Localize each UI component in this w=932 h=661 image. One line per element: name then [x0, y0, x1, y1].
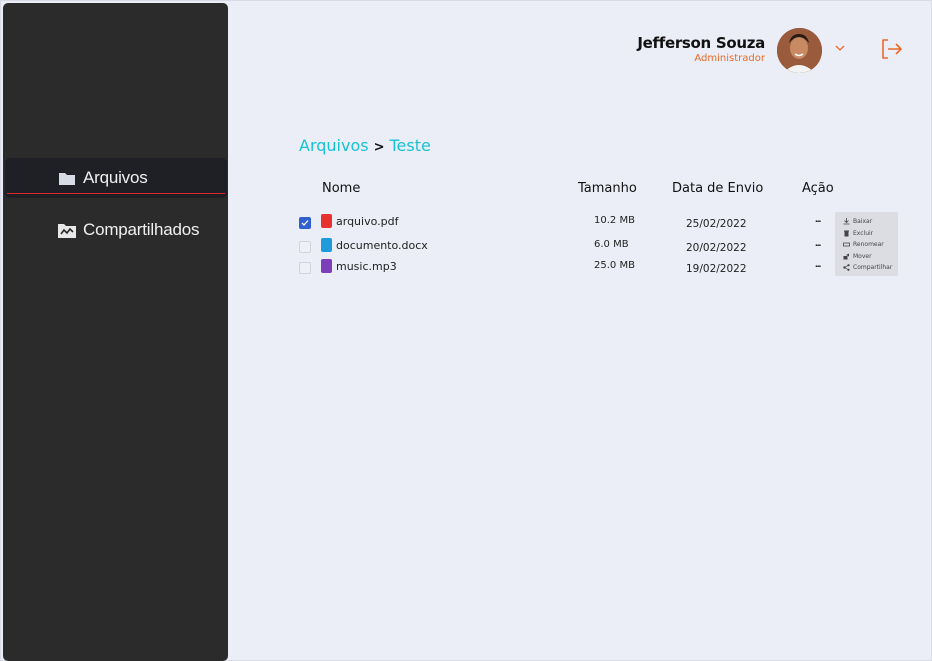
- file-name[interactable]: arquivo.pdf: [336, 215, 398, 228]
- column-header-action: Ação: [802, 181, 834, 196]
- file-size: 6.0 MB: [594, 239, 629, 250]
- file-size: 10.2 MB: [594, 215, 635, 226]
- menu-item-renomear[interactable]: Renomear: [843, 239, 898, 251]
- more-actions-button[interactable]: ...: [815, 259, 821, 270]
- user-role: Administrador: [694, 53, 765, 64]
- sidebar-item-compartilhados[interactable]: Compartilhados: [5, 210, 227, 250]
- file-size: 25.0 MB: [594, 260, 635, 271]
- more-actions-button[interactable]: ...: [815, 238, 821, 249]
- download-icon: [843, 218, 850, 225]
- menu-item-label: Renomear: [853, 241, 884, 249]
- sidebar-item-arquivos[interactable]: Arquivos: [5, 158, 227, 198]
- user-name: Jefferson Souza: [637, 34, 765, 52]
- table-row[interactable]: arquivo.pdf 10.2 MB 25/02/2022 ...: [299, 214, 839, 234]
- menu-item-label: Compartilhar: [853, 264, 893, 272]
- shared-folder-icon: [57, 220, 77, 240]
- file-date: 19/02/2022: [686, 263, 747, 275]
- row-checkbox[interactable]: [299, 241, 311, 253]
- avatar[interactable]: [777, 28, 822, 73]
- rename-icon: [843, 241, 850, 248]
- menu-item-baixar[interactable]: Baixar: [843, 216, 898, 228]
- chevron-down-icon[interactable]: [833, 41, 847, 55]
- breadcrumb: Arquivos > Teste: [299, 136, 431, 155]
- file-date: 20/02/2022: [686, 242, 747, 254]
- mp3-file-icon: [321, 259, 332, 273]
- column-header-size[interactable]: Tamanho: [578, 181, 637, 196]
- sidebar: Arquivos Compartilhados: [3, 3, 228, 661]
- menu-item-label: Excluir: [853, 229, 874, 237]
- menu-item-compartilhar[interactable]: Compartilhar: [843, 262, 898, 274]
- menu-item-excluir[interactable]: Excluir: [843, 228, 898, 240]
- app-window: Arquivos Compartilhados Jefferson Souza …: [0, 0, 932, 661]
- menu-item-label: Mover: [853, 252, 872, 260]
- column-header-date[interactable]: Data de Envio: [672, 181, 763, 196]
- menu-item-label: Baixar: [853, 218, 873, 226]
- action-menu: Baixar Excluir Renomear Mover Compartilh…: [835, 212, 898, 276]
- table-row[interactable]: documento.docx 6.0 MB 20/02/2022 ...: [299, 238, 839, 258]
- table-row[interactable]: music.mp3 25.0 MB 19/02/2022 ...: [299, 259, 839, 279]
- breadcrumb-current[interactable]: Teste: [389, 136, 430, 155]
- breadcrumb-separator: >: [373, 140, 385, 155]
- row-checkbox[interactable]: [299, 217, 311, 229]
- menu-item-mover[interactable]: Mover: [843, 251, 898, 263]
- share-icon: [843, 264, 850, 272]
- folder-icon: [57, 168, 77, 188]
- docx-file-icon: [321, 238, 332, 252]
- file-date: 25/02/2022: [686, 218, 747, 230]
- column-header-name[interactable]: Nome: [322, 181, 360, 196]
- more-actions-button[interactable]: ...: [815, 214, 821, 225]
- logout-icon[interactable]: [879, 37, 903, 61]
- file-name[interactable]: documento.docx: [336, 239, 428, 252]
- file-name[interactable]: music.mp3: [336, 260, 397, 273]
- sidebar-item-label: Arquivos: [83, 168, 148, 187]
- row-checkbox[interactable]: [299, 262, 311, 274]
- trash-icon: [843, 230, 850, 237]
- sidebar-item-label: Compartilhados: [83, 220, 200, 239]
- pdf-file-icon: [321, 214, 332, 228]
- move-icon: [843, 253, 850, 260]
- breadcrumb-root[interactable]: Arquivos: [299, 136, 369, 155]
